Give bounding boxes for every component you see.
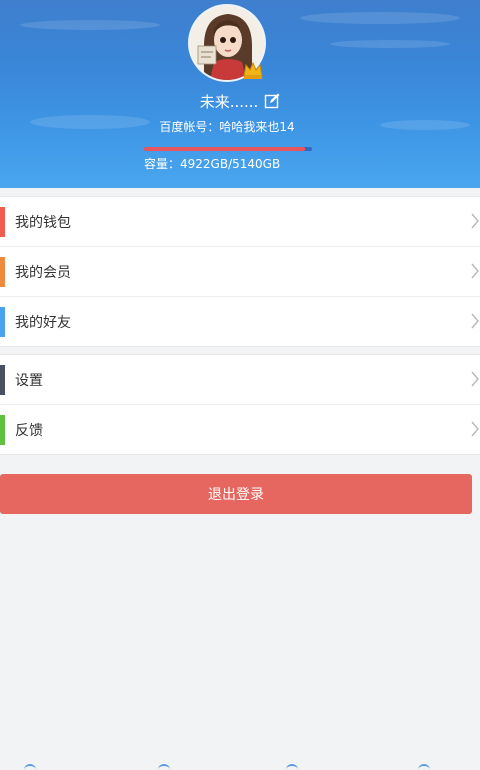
account-label: 百度帐号： (159, 120, 220, 134)
menu-item-friends[interactable]: 我的好友 (0, 297, 480, 346)
tab-home-icon[interactable] (24, 764, 36, 770)
menu-item-label: 我的会员 (15, 264, 71, 281)
storage-capacity: 容量：4922GB/5140GB (144, 156, 280, 172)
account-value: 哈哈我来也14 (219, 120, 295, 134)
chevron-right-icon (470, 212, 480, 230)
storage-progress-bar (144, 147, 312, 151)
chevron-right-icon (470, 420, 480, 438)
chevron-right-icon (470, 312, 480, 330)
menu-item-label: 设置 (15, 372, 43, 389)
sea-texture (300, 12, 460, 24)
accent-bar (0, 365, 5, 395)
accent-bar (0, 257, 5, 287)
accent-bar (0, 415, 5, 445)
menu-item-label: 我的好友 (15, 314, 71, 331)
capacity-label: 容量： (144, 157, 181, 171)
tab-discover-icon[interactable] (286, 764, 298, 770)
sea-texture (330, 40, 450, 48)
profile-header: 未来...... 百度帐号：哈哈我来也14 容量：4922GB/5140GB (0, 0, 480, 188)
storage-progress-fill (144, 147, 305, 151)
menu-item-membership[interactable]: 我的会员 (0, 247, 480, 297)
menu-item-settings[interactable]: 设置 (0, 355, 480, 405)
capacity-value: 4922GB/5140GB (180, 157, 281, 171)
accent-bar (0, 207, 5, 237)
edit-icon[interactable] (264, 93, 280, 109)
menu-group-account: 我的钱包 我的会员 我的好友 (0, 196, 480, 347)
account-info: 百度帐号：哈哈我来也14 (0, 118, 454, 136)
tab-profile-icon[interactable] (418, 764, 430, 770)
menu-item-feedback[interactable]: 反馈 (0, 405, 480, 454)
menu-group-system: 设置 反馈 (0, 354, 480, 455)
bottom-tab-bar (0, 762, 480, 768)
chevron-right-icon (470, 370, 480, 388)
accent-bar (0, 307, 5, 337)
username-row[interactable]: 未来...... (0, 89, 480, 113)
chevron-right-icon (470, 262, 480, 280)
menu-item-label: 我的钱包 (15, 214, 71, 231)
menu-item-label: 反馈 (15, 422, 43, 439)
crown-badge-icon (242, 60, 264, 80)
tab-transfer-icon[interactable] (158, 764, 170, 770)
username: 未来...... (199, 92, 259, 111)
menu-item-wallet[interactable]: 我的钱包 (0, 197, 480, 247)
logout-button[interactable]: 退出登录 (0, 474, 472, 514)
sea-texture (20, 20, 160, 30)
